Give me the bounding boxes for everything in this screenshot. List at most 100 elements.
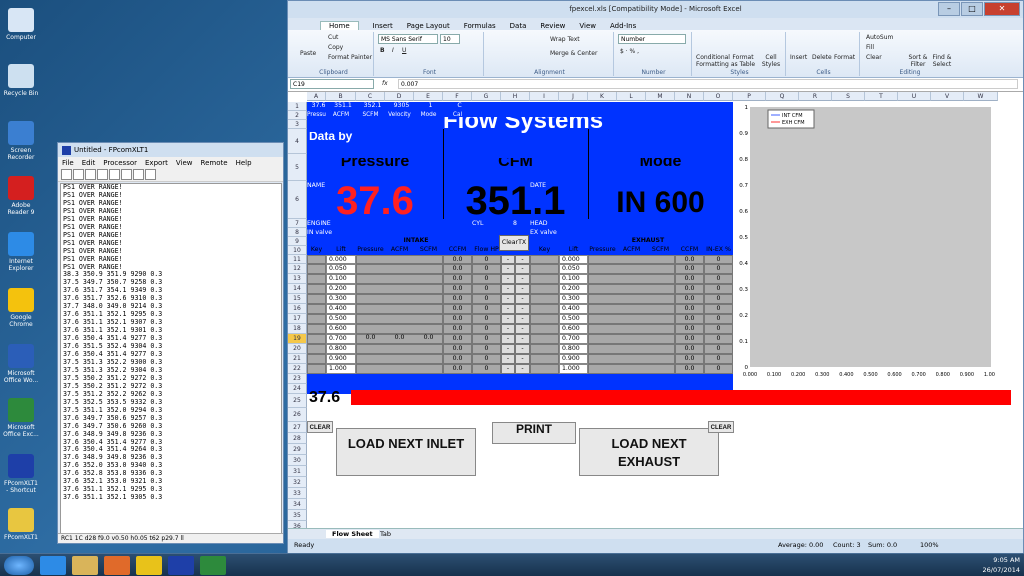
fp-menu-item[interactable]: View: [176, 159, 193, 167]
ribbon-tab[interactable]: View: [579, 22, 596, 30]
column-header[interactable]: H: [501, 92, 530, 101]
fpcom-output[interactable]: PS1 OVER RANGE! PS1 OVER RANGE! PS1 OVER R…: [60, 183, 282, 535]
row-header[interactable]: 28: [288, 433, 307, 444]
row-header[interactable]: 14: [288, 284, 307, 294]
column-header[interactable]: D: [385, 92, 414, 101]
ribbon-tab[interactable]: Page Layout: [407, 22, 450, 30]
wrap-text-button[interactable]: Wrap Text: [550, 36, 580, 43]
load-next-inlet-button[interactable]: LOAD NEXT INLET: [336, 428, 476, 476]
bold-button[interactable]: B: [380, 47, 385, 54]
row-header[interactable]: 16: [288, 304, 307, 314]
row-header[interactable]: 7: [288, 219, 307, 228]
fpcom-window[interactable]: Untitled - FPcomXLT1 File Edit Processor Ex…: [57, 142, 284, 544]
sort-filter-button[interactable]: Sort & Filter: [906, 54, 930, 68]
row-header[interactable]: 27: [288, 422, 307, 433]
conditional-formatting-button[interactable]: Conditional Formatting: [696, 54, 730, 68]
row-header[interactable]: 24: [288, 384, 307, 394]
desktop-icon[interactable]: Microsoft Office Wo...: [2, 344, 40, 384]
column-header[interactable]: M: [646, 92, 675, 101]
column-header[interactable]: K: [588, 92, 617, 101]
row-header[interactable]: 30: [288, 455, 307, 466]
row-header[interactable]: 2: [288, 111, 307, 120]
fill-button[interactable]: Fill: [866, 44, 874, 51]
format-as-table-button[interactable]: Format as Table: [730, 54, 756, 68]
excel-window[interactable]: fpexcel.xls [Compatibility Mode] - Micro…: [287, 0, 1024, 553]
font-name-box[interactable]: MS Sans Serif: [378, 34, 438, 44]
row-header[interactable]: 13: [288, 274, 307, 284]
column-header[interactable]: W: [964, 92, 998, 101]
print-icon[interactable]: [133, 169, 144, 180]
ribbon-tab[interactable]: Add-Ins: [610, 22, 636, 30]
row-header[interactable]: 34: [288, 499, 307, 510]
column-header[interactable]: Q: [766, 92, 799, 101]
function-icon[interactable]: fx: [382, 80, 388, 87]
column-header[interactable]: T: [865, 92, 898, 101]
paste-icon[interactable]: [121, 169, 132, 180]
copy-icon[interactable]: [109, 169, 120, 180]
column-header[interactable]: V: [931, 92, 964, 101]
italic-button[interactable]: I: [392, 47, 394, 54]
row-header[interactable]: 12: [288, 264, 307, 274]
row-header[interactable]: 17: [288, 314, 307, 324]
paste-button[interactable]: Paste: [300, 50, 316, 57]
column-header[interactable]: O: [704, 92, 733, 101]
row-header[interactable]: 29: [288, 444, 307, 455]
column-header[interactable]: C: [356, 92, 385, 101]
row-header[interactable]: 22: [288, 364, 307, 374]
autosum-button[interactable]: AutoSum: [866, 34, 893, 41]
desktop-icon[interactable]: Screen Recorder: [2, 121, 40, 161]
column-header[interactable]: U: [898, 92, 931, 101]
taskbar-chrome-icon[interactable]: [136, 556, 162, 575]
column-header[interactable]: S: [832, 92, 865, 101]
taskbar-media-icon[interactable]: [104, 556, 130, 575]
ribbon-tab[interactable]: Review: [540, 22, 565, 30]
fpcom-titlebar[interactable]: Untitled - FPcomXLT1: [58, 143, 283, 157]
delete-cells-button[interactable]: Delete: [812, 54, 832, 61]
row-header[interactable]: 18: [288, 324, 307, 334]
row-header[interactable]: 5: [288, 154, 307, 181]
close-button[interactable]: ✕: [984, 2, 1020, 16]
merge-center-button[interactable]: Merge & Center: [550, 50, 597, 57]
maximize-button[interactable]: □: [961, 2, 983, 16]
row-header[interactable]: 23: [288, 374, 307, 384]
row-header[interactable]: 25: [288, 394, 307, 408]
row-header[interactable]: 31: [288, 466, 307, 477]
format-cells-button[interactable]: Format: [834, 54, 855, 61]
sheet-tab-flow[interactable]: Flow Sheet: [326, 530, 379, 538]
save-icon[interactable]: [85, 169, 96, 180]
ribbon-tab[interactable]: Formulas: [464, 22, 496, 30]
desktop-icon[interactable]: Recycle Bin: [2, 64, 40, 97]
row-header[interactable]: 1: [288, 102, 307, 111]
column-header[interactable]: A: [307, 92, 326, 101]
start-button[interactable]: [4, 556, 34, 575]
flow-chart[interactable]: 0 0.1 0.2 0.3 0.4 0.5 0.6 0.7 0.8 0.9 1 0.000 0.100 0…: [734, 101, 995, 383]
desktop-icon[interactable]: FPcomXLT1: [2, 508, 40, 541]
minimize-button[interactable]: –: [938, 2, 960, 16]
ribbon-tab[interactable]: Insert: [373, 22, 393, 30]
column-header[interactable]: N: [675, 92, 704, 101]
column-header[interactable]: B: [326, 92, 356, 101]
desktop-icon[interactable]: Google Chrome: [2, 288, 40, 328]
fp-menu-item[interactable]: Edit: [82, 159, 96, 167]
help-icon[interactable]: [145, 169, 156, 180]
column-header[interactable]: J: [559, 92, 588, 101]
taskbar-fpcom-icon[interactable]: [168, 556, 194, 575]
column-header[interactable]: E: [414, 92, 443, 101]
copy-button[interactable]: Copy: [328, 44, 343, 51]
fp-menu-item[interactable]: Processor: [103, 159, 137, 167]
clear-button[interactable]: CLEAR: [708, 421, 734, 433]
name-box[interactable]: C19: [290, 79, 374, 89]
row-header[interactable]: 6: [288, 181, 307, 219]
format-painter-button[interactable]: Format Painter: [328, 54, 372, 61]
find-select-button[interactable]: Find & Select: [930, 54, 954, 68]
currency-icon[interactable]: $ · % ,: [620, 48, 639, 55]
row-header[interactable]: 11: [288, 255, 307, 264]
ribbon-tab[interactable]: Data: [510, 22, 527, 30]
insert-cells-button[interactable]: Insert: [790, 54, 807, 61]
open-icon[interactable]: [73, 169, 84, 180]
desktop-icon[interactable]: Computer: [2, 8, 40, 41]
fp-menu-item[interactable]: Remote: [201, 159, 228, 167]
cut-icon[interactable]: [97, 169, 108, 180]
desktop-icon[interactable]: Microsoft Office Exc...: [2, 398, 40, 438]
desktop-icon[interactable]: FPcomXLT1 - Shortcut: [2, 454, 40, 494]
